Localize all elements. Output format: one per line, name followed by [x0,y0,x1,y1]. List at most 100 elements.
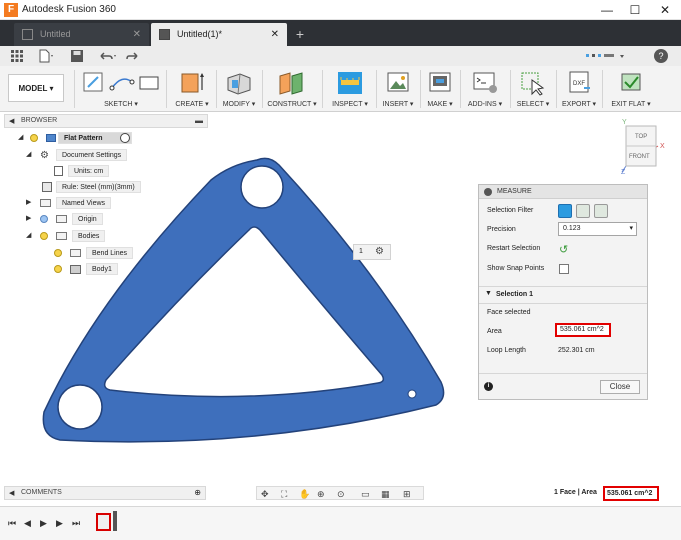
export-group[interactable]: DXF EXPORT ▾ [558,68,600,110]
expand-triangle-icon[interactable]: ▶ [26,212,31,226]
expand-triangle-icon[interactable]: ▶ [26,196,31,210]
select-group[interactable]: SELECT ▾ [512,68,554,110]
help-icon[interactable]: ? [654,49,668,63]
cube-front-face[interactable]: FRONT [629,154,650,160]
visibility-bulb-icon[interactable] [30,134,38,142]
collapse-triangle-icon[interactable]: ◢ [26,148,31,162]
grid-settings-icon[interactable]: ▦ [381,488,390,500]
collapse-triangle-icon[interactable]: ▼ [485,290,492,297]
insert-menu[interactable]: INSERT ▾ [378,100,418,108]
modify-group[interactable]: MODIFY ▾ [218,68,260,110]
new-tab-button[interactable]: + [291,23,309,46]
close-window-button[interactable]: ✕ [650,0,680,20]
snap-points-label: Show Snap Points [487,265,545,272]
timeline-bar: ⏮ ◀ ▶ ▶ ⏭ [0,506,681,540]
inspect-menu[interactable]: INSPECT ▾ [326,100,374,108]
visibility-bulb-icon[interactable] [54,265,62,273]
workspace-switcher[interactable]: MODEL ▾ [8,74,64,102]
browser-pin-icon[interactable]: ▬ [195,116,203,125]
go-to-end-icon[interactable]: ⏭ [72,518,80,529]
user-account-icon[interactable] [584,49,630,63]
tab-untitled[interactable]: Untitled ✕ [14,23,149,46]
restart-selection-icon[interactable]: ↺ [559,243,568,256]
orbit-icon[interactable]: ✥ [261,488,269,500]
view-cube[interactable]: Y X Z TOP FRONT [618,118,678,176]
collapse-triangle-icon[interactable]: ◢ [26,229,31,243]
tab-close-icon[interactable]: ✕ [271,23,279,46]
ribbon-divider [74,70,75,108]
visibility-bulb-icon[interactable] [54,249,62,257]
ribbon-divider [556,70,557,108]
data-panel-grid-icon[interactable] [10,49,24,63]
exit-flat-menu[interactable]: EXIT FLAT ▾ [604,100,658,108]
info-icon[interactable]: i [484,382,493,391]
export-menu[interactable]: EXPORT ▾ [558,100,600,108]
exit-flat-group[interactable]: EXIT FLAT ▾ [604,68,658,110]
step-back-icon[interactable]: ◀ [24,518,31,529]
redo-icon[interactable] [126,49,140,63]
app-grid-icon[interactable] [0,20,12,46]
insert-group[interactable]: INSERT ▾ [378,68,418,110]
minimize-button[interactable]: — [592,0,622,20]
sketch-menu[interactable]: SKETCH ▾ [78,100,164,108]
file-menu-icon[interactable] [38,49,54,63]
fit-icon[interactable]: ⊙ [337,488,345,500]
comments-add-icon[interactable]: ⊕ [194,488,201,497]
make-menu[interactable]: MAKE ▾ [422,100,458,108]
expand-triangle-icon[interactable]: ◀ [9,489,14,497]
browser-panel-header[interactable]: ◀ BROWSER ▬ [4,114,208,128]
select-face-filter-icon[interactable] [558,204,572,218]
pan-icon[interactable]: ✋ [299,488,310,500]
create-menu[interactable]: CREATE ▾ [170,100,214,108]
selection-count-tag[interactable]: 1 ⚙ [353,244,391,260]
step-forward-icon[interactable]: ▶ [56,518,63,529]
hole-small [407,389,417,399]
tab-untitled-1[interactable]: Untitled(1)* ✕ [151,23,287,46]
comments-panel-header[interactable]: ◀ COMMENTS ⊕ [4,486,206,500]
display-settings-icon[interactable]: ▭ [361,488,370,500]
construct-group[interactable]: CONSTRUCT ▾ [264,68,320,110]
folder-icon [40,199,51,207]
timeline-marker[interactable] [113,511,117,531]
title-bar: F Autodesk Fusion 360 — ☐ ✕ [0,0,681,20]
close-button[interactable]: Close [600,380,640,394]
select-menu[interactable]: SELECT ▾ [512,100,554,108]
sketch-group[interactable]: SKETCH ▾ [78,68,164,110]
maximize-button[interactable]: ☐ [620,0,650,20]
selection-1-section[interactable]: ▼ Selection 1 [479,286,647,304]
visibility-bulb-icon[interactable] [40,215,48,223]
activate-radio-icon[interactable] [120,133,130,143]
show-snap-points-checkbox[interactable] [559,264,569,274]
visibility-bulb-icon[interactable] [40,232,48,240]
zoom-icon[interactable]: ⊕ [317,488,325,500]
collapse-dialog-icon[interactable] [484,188,492,196]
measure-dialog-header[interactable]: MEASURE [479,185,647,199]
select-body-filter-icon[interactable] [576,204,590,218]
flat-pattern-timeline-feature[interactable] [96,513,111,531]
tree-label: Named Views [56,197,112,209]
offset-plane-icon [279,72,303,95]
modify-menu[interactable]: MODIFY ▾ [218,100,260,108]
inspect-group[interactable]: INSPECT ▾ [326,68,374,110]
gear-icon[interactable]: ⚙ [375,245,384,259]
tab-close-icon[interactable]: ✕ [133,23,141,46]
undo-icon[interactable] [98,49,118,63]
look-at-icon[interactable]: ⛶ [281,488,287,500]
collapse-triangle-icon[interactable]: ◢ [18,131,23,145]
cube-top-face[interactable]: TOP [635,134,647,140]
save-icon[interactable] [70,49,84,63]
collapse-triangle-icon[interactable]: ◀ [9,117,14,125]
create-group[interactable]: CREATE ▾ [170,68,214,110]
construct-menu[interactable]: CONSTRUCT ▾ [264,100,320,108]
select-component-filter-icon[interactable] [594,204,608,218]
flat-pattern-face[interactable] [36,150,452,450]
play-icon[interactable]: ▶ [40,518,47,529]
make-group[interactable]: MAKE ▾ [422,68,458,110]
add-ins-menu[interactable]: ADD-INS ▾ [462,100,508,108]
precision-select[interactable]: 0.123 ▾ [558,222,637,236]
viewports-icon[interactable]: ⊞ [403,488,411,500]
go-to-start-icon[interactable]: ⏮ [8,518,16,529]
add-ins-group[interactable]: ADD-INS ▾ [462,68,508,110]
comments-title: COMMENTS [21,489,62,496]
loop-length-value: 252.301 cm [558,347,595,354]
